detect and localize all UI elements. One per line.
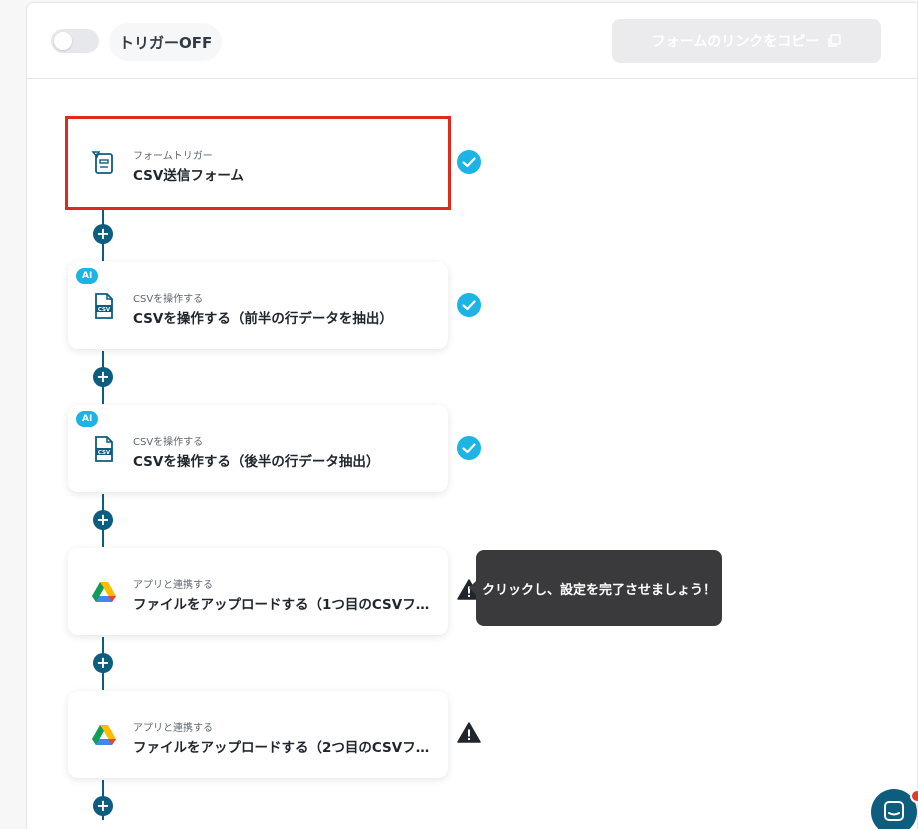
step-subtitle: アプリと連携する xyxy=(133,723,213,734)
setup-hint-tooltip: クリックし、設定を完了させましょう！ xyxy=(469,550,722,626)
google-drive-icon xyxy=(92,725,116,745)
add-step-button[interactable]: + xyxy=(93,653,113,673)
step-title: ファイルをアップロードする（1つ目のCSVフ… xyxy=(133,597,430,613)
copy-icon xyxy=(828,34,842,47)
ai-badge: AI xyxy=(76,411,99,427)
step-title: CSVを操作する（後半の行データ抽出） xyxy=(133,454,380,470)
step-subtitle: CSVを操作する xyxy=(133,437,204,448)
trigger-toggle[interactable] xyxy=(51,29,99,53)
step-subtitle: CSVを操作する xyxy=(133,294,204,305)
check-circle-icon xyxy=(457,150,481,174)
toggle-knob xyxy=(54,32,72,50)
add-step-button[interactable]: + xyxy=(93,796,113,816)
step-card-csv-first-half[interactable]: AI CSV CSVを操作する CSVを操作する（前半の行データを抽出） xyxy=(68,262,448,349)
add-step-button[interactable]: + xyxy=(93,367,113,387)
form-icon xyxy=(91,151,113,174)
step-title: ファイルをアップロードする（2つ目のCSVフ… xyxy=(133,740,430,756)
csv-file-icon: CSV xyxy=(95,293,113,319)
google-drive-icon xyxy=(92,582,116,602)
warning-icon[interactable] xyxy=(457,721,481,745)
flow-toolbar: トリガーOFF フォームのリンクをコピー xyxy=(27,3,917,79)
step-title: CSVを操作する（前半の行データを抽出） xyxy=(133,311,393,327)
add-step-button[interactable]: + xyxy=(93,510,113,530)
check-circle-icon xyxy=(457,436,481,460)
step-card-upload-first-csv[interactable]: アプリと連携する ファイルをアップロードする（1つ目のCSVフ… xyxy=(68,548,448,635)
svg-text:CSV: CSV xyxy=(98,450,111,456)
svg-text:CSV: CSV xyxy=(98,307,111,313)
copy-form-link-label: フォームのリンクをコピー xyxy=(651,34,820,50)
check-circle-icon xyxy=(457,293,481,317)
step-subtitle: フォームトリガー xyxy=(133,151,213,162)
add-step-button[interactable]: + xyxy=(93,224,113,244)
step-card-upload-second-csv[interactable]: アプリと連携する ファイルをアップロードする（2つ目のCSVフ… xyxy=(68,691,448,778)
notification-badge xyxy=(910,789,918,803)
step-subtitle: アプリと連携する xyxy=(133,580,213,591)
step-card-csv-second-half[interactable]: AI CSV CSVを操作する CSVを操作する（後半の行データ抽出） xyxy=(68,405,448,492)
step-title: CSV送信フォーム xyxy=(133,168,244,184)
step-card-form-trigger[interactable]: フォームトリガー CSV送信フォーム xyxy=(65,116,451,210)
copy-form-link-button[interactable]: フォームのリンクをコピー xyxy=(612,19,881,63)
flow-panel: トリガーOFF フォームのリンクをコピー + + + + + フォームトリガー … xyxy=(26,2,918,829)
trigger-status-label: トリガーOFF xyxy=(109,23,223,61)
ai-badge: AI xyxy=(76,268,99,284)
csv-file-icon: CSV xyxy=(95,436,113,462)
